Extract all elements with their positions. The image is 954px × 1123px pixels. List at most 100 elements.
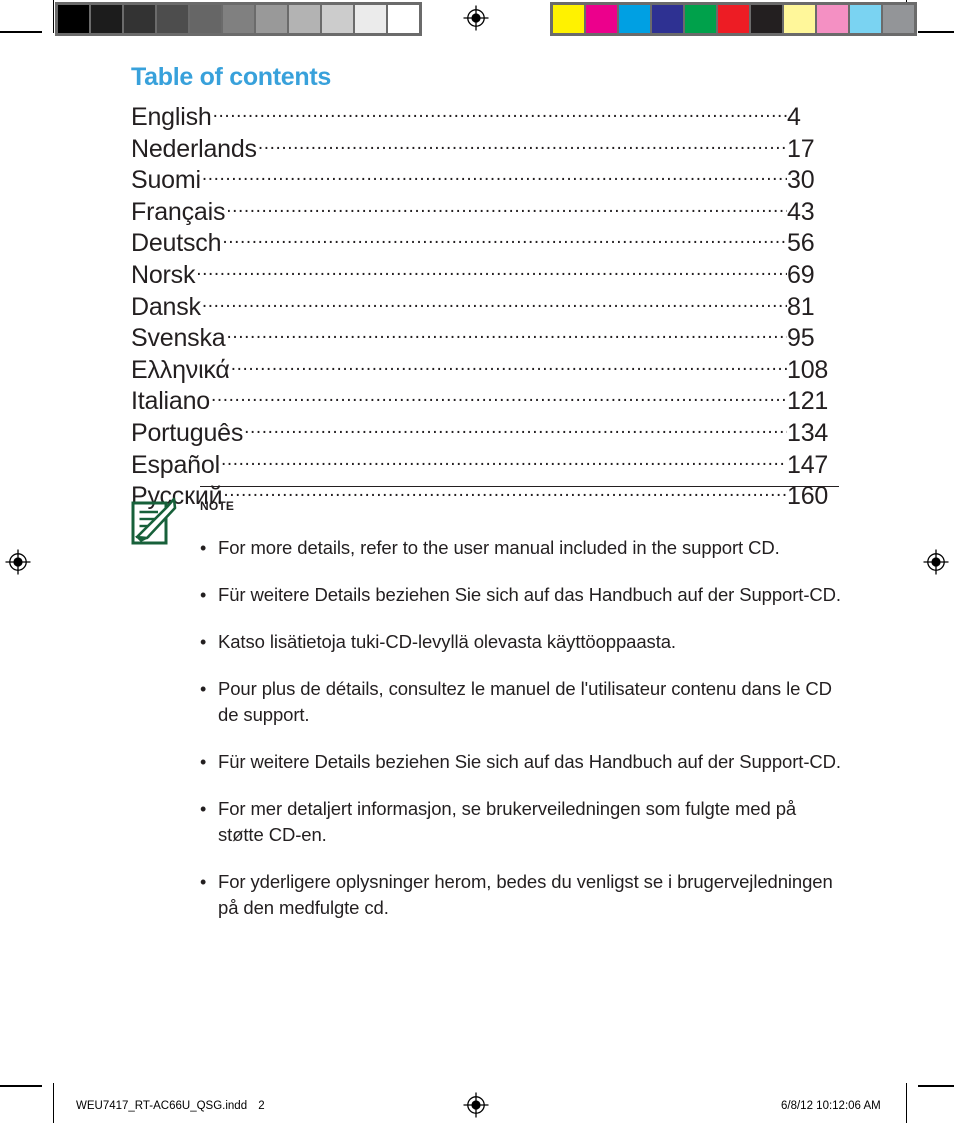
note-item-text: Pour plus de détails, consultez le manue… <box>218 678 832 725</box>
note-block: NOTE • For more details, refer to the use… <box>131 486 843 942</box>
grayscale-patch <box>58 5 89 33</box>
toc-entry-page: 30 <box>787 166 815 195</box>
toc-entry-page: 134 <box>787 418 829 447</box>
crop-mark-top-right-horizontal <box>918 31 954 33</box>
toc-entry[interactable]: Italiano................................… <box>131 383 843 415</box>
toc-dot-leader: ........................................… <box>244 416 787 438</box>
grayscale-patch <box>388 5 419 33</box>
note-item-list: • For more details, refer to the user man… <box>200 535 843 921</box>
color-patch <box>619 5 650 33</box>
toc-dot-leader: ........................................… <box>212 101 787 122</box>
toc-entry-page: 108 <box>787 355 829 384</box>
toc-entry[interactable]: Svenska.................................… <box>131 320 843 352</box>
note-label: NOTE <box>200 499 235 513</box>
bullet-glyph-icon: • <box>200 538 207 558</box>
toc-dot-leader: ........................................… <box>222 227 787 249</box>
bullet-glyph-icon: • <box>200 752 207 772</box>
registration-target-icon-top-center <box>463 5 489 31</box>
toc-entry-language: Norsk <box>131 260 196 289</box>
color-patch <box>586 5 617 33</box>
grayscale-patch <box>157 5 188 33</box>
toc-entry[interactable]: Ελληνικά................................… <box>131 352 843 384</box>
color-patch <box>685 5 716 33</box>
grayscale-patch <box>256 5 287 33</box>
toc-entry[interactable]: Dansk...................................… <box>131 289 843 321</box>
toc-entry[interactable]: Suomi...................................… <box>131 162 843 194</box>
grayscale-patch <box>355 5 386 33</box>
toc-entry[interactable]: Nederlands..............................… <box>131 131 843 163</box>
toc-entry-language: Dansk <box>131 292 201 321</box>
toc-entry-language: Nederlands <box>131 134 257 163</box>
toc-entry[interactable]: Português...............................… <box>131 415 843 447</box>
toc-entry[interactable]: Deutsch.................................… <box>131 225 843 257</box>
toc-entry-language: English <box>131 103 212 131</box>
note-item: • Für weitere Details beziehen Sie sich a… <box>200 749 843 775</box>
toc-dot-leader: ........................................… <box>257 132 787 154</box>
bullet-glyph-icon: • <box>200 632 207 652</box>
note-body: NOTE • For more details, refer to the use… <box>200 486 843 921</box>
toc-entry-page: 69 <box>787 260 815 289</box>
registration-target-icon-mid-left <box>5 549 31 575</box>
footer-page-number: 2 <box>258 1100 265 1112</box>
toc-entry-language: Ελληνικά <box>131 355 230 384</box>
toc-entry-page: 95 <box>787 324 815 353</box>
footer-rule-left <box>53 1083 54 1123</box>
toc-dot-leader: ........................................… <box>226 322 788 344</box>
registration-target-icon-bottom-center <box>463 1092 489 1118</box>
note-item: • Für weitere Details beziehen Sie sich a… <box>200 582 843 608</box>
color-patch <box>817 5 848 33</box>
toc-dot-leader: ........................................… <box>201 164 787 186</box>
color-patch <box>850 5 881 33</box>
note-item-text: Katso lisätietoja tuki-CD-levyllä olevas… <box>218 631 676 652</box>
toc-entry-page: 17 <box>787 134 815 163</box>
note-item: • For more details, refer to the user man… <box>200 535 843 561</box>
color-patch <box>652 5 683 33</box>
toc-entry[interactable]: English.................................… <box>131 99 843 131</box>
note-item-text: Für weitere Details beziehen Sie sich au… <box>218 584 841 605</box>
grayscale-patch <box>124 5 155 33</box>
color-patch <box>553 5 584 33</box>
grayscale-patch <box>91 5 122 33</box>
note-item-text: Für weitere Details beziehen Sie sich au… <box>218 751 841 772</box>
toc-entry-language: Deutsch <box>131 229 222 258</box>
table-of-contents-list: English.................................… <box>131 99 843 510</box>
toc-entry-page: 81 <box>787 292 815 321</box>
toc-entry-language: Português <box>131 418 244 447</box>
toc-entry-language: Suomi <box>131 166 201 195</box>
toc-dot-leader: ........................................… <box>220 448 787 470</box>
footer-timestamp: 6/8/12 10:12:06 AM <box>781 1100 881 1112</box>
footer-filename-text: WEU7417_RT-AC66U_QSG.indd <box>76 1100 248 1112</box>
toc-entry-page: 43 <box>787 197 815 226</box>
toc-entry-language: Italiano <box>131 387 211 416</box>
note-item: • Katso lisätietoja tuki-CD-levyllä oleva… <box>200 629 843 655</box>
footer-filename: WEU7417_RT-AC66U_QSG.indd 2 <box>76 1100 265 1112</box>
page-root: { "document": { "title": "Table of conte… <box>0 0 954 1123</box>
grayscale-calibration-strip <box>55 2 422 36</box>
note-item-text: For yderligere oplysninger herom, bedes … <box>218 871 833 918</box>
color-patch <box>718 5 749 33</box>
toc-dot-leader: ........................................… <box>201 290 787 312</box>
crop-mark-bottom-right-horizontal <box>918 1085 954 1087</box>
crop-mark-top-left-horizontal <box>0 31 42 33</box>
footer-rule-right <box>906 1083 907 1123</box>
crop-mark-bottom-left-horizontal <box>0 1085 42 1087</box>
page-title: Table of contents <box>131 63 332 91</box>
bullet-glyph-icon: • <box>200 799 207 819</box>
note-item: • For yderligere oplysninger herom, bedes… <box>200 869 843 921</box>
note-item: • Pour plus de détails, consultez le manu… <box>200 676 843 728</box>
toc-entry[interactable]: Français................................… <box>131 194 843 226</box>
toc-dot-leader: ........................................… <box>226 195 787 217</box>
bullet-glyph-icon: • <box>200 679 207 699</box>
grayscale-patch <box>289 5 320 33</box>
toc-entry-language: Español <box>131 450 220 479</box>
toc-entry[interactable]: Norsk...................................… <box>131 257 843 289</box>
toc-entry-page: 4 <box>787 103 801 131</box>
toc-entry-page: 121 <box>787 387 829 416</box>
toc-entry[interactable]: Español.................................… <box>131 447 843 479</box>
color-patch <box>883 5 914 33</box>
toc-dot-leader: ........................................… <box>196 258 787 280</box>
page-content: Table of contents English...............… <box>131 62 843 510</box>
bullet-glyph-icon: • <box>200 585 207 605</box>
color-patch <box>784 5 815 33</box>
grayscale-patch <box>322 5 353 33</box>
